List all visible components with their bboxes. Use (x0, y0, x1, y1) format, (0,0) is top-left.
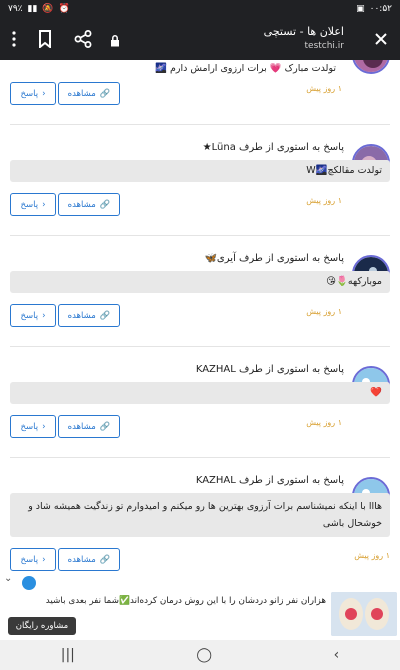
page-title-area[interactable]: اعلان ها - تستچی testchi.ir (134, 24, 344, 53)
link-icon: 🔗 (99, 199, 111, 210)
recent-apps-icon[interactable]: ||| (61, 647, 75, 663)
ad-image[interactable] (331, 592, 397, 636)
battery-level: ۷۹٪ (8, 4, 23, 14)
share-icon[interactable] (66, 18, 100, 60)
home-icon[interactable]: ◯ (196, 647, 212, 663)
timestamp: ۱ روز پیش (354, 551, 390, 560)
divider (10, 124, 390, 125)
view-button[interactable]: مشاهده 🔗 (58, 193, 120, 216)
list-item: پاسخ به استوری از طرف KAZHAL ❤️ ۱ روز پی… (0, 352, 400, 462)
browser-toolbar: اعلان ها - تستچی testchi.ir (0, 18, 400, 60)
ad-text: هزاران نفر زانو دردشان را با این روش درم… (45, 596, 326, 606)
page-url: testchi.ir (304, 41, 345, 51)
post-title: پاسخ به استوری از طرف KAZHAL (195, 475, 344, 486)
page-title: اعلان ها - تستچی (263, 25, 344, 38)
chevron-right-icon: › (42, 310, 46, 321)
clock: ۰۰:۵۲ (369, 4, 392, 14)
view-button[interactable]: مشاهده 🔗 (58, 415, 120, 438)
reply-button[interactable]: پاسخ › (10, 415, 56, 438)
timestamp: ۱ روز پیش (306, 84, 342, 93)
view-button[interactable]: مشاهده 🔗 (58, 82, 120, 105)
signal-icon: ▮▮ (27, 4, 38, 14)
reply-button[interactable]: پاسخ › (10, 193, 56, 216)
list-item: پاسخ به استوری از طرف Lüna★ تولدت مقالکچ… (0, 130, 400, 240)
ad-info-icon[interactable] (22, 576, 36, 590)
timestamp: ۱ روز پیش (306, 418, 342, 427)
divider (10, 457, 390, 458)
message-bubble: هااا با اینکه نمیشناسم برات آرزوی بهترین… (10, 493, 390, 537)
timestamp: ۱ روز پیش (306, 307, 342, 316)
ad-cta-button[interactable]: مشاوره رایگان (8, 617, 76, 635)
close-icon[interactable] (364, 18, 398, 60)
chevron-right-icon: › (42, 88, 46, 99)
view-button[interactable]: مشاهده 🔗 (58, 548, 120, 571)
alarm-icon: ⏰ (58, 4, 70, 14)
timestamp: ۱ روز پیش (306, 196, 342, 205)
link-icon: 🔗 (99, 421, 111, 432)
message-bubble: موبارکهه🌷😘 (10, 271, 390, 293)
status-bar: ۷۹٪ ▮▮ 🔕 ⏰ ▣ ۰۰:۵۲ (0, 0, 400, 18)
divider (10, 346, 390, 347)
post-title: پاسخ به استوری از طرف آیری🦋 (204, 253, 344, 264)
list-item: پاسخ به استوری از طرف KAZHAL هااا با این… (0, 463, 400, 603)
list-item: پاسخ به استوری از طرف آیری🦋 موبارکهه🌷😘 ۱… (0, 241, 400, 351)
view-button[interactable]: مشاهده 🔗 (58, 304, 120, 327)
lock-icon (110, 32, 122, 47)
link-icon: 🔗 (99, 554, 111, 565)
chevron-right-icon: › (42, 554, 46, 565)
post-title: پاسخ به استوری از طرف KAZHAL (195, 364, 344, 375)
notifications-list: تولدت مبارک 💗 برات ارزوی ارامش دارم 🌌 ۱ … (0, 60, 400, 640)
ad-collapse-icon[interactable]: ⌄ (4, 573, 18, 587)
message-bubble: تولدت مبارک 💗 برات ارزوی ارامش دارم 🌌 (155, 63, 336, 74)
link-icon: 🔗 (99, 310, 111, 321)
back-icon[interactable]: ‹ (334, 647, 340, 663)
system-nav-bar: ||| ◯ ‹ (0, 640, 400, 670)
reply-button[interactable]: پاسخ › (10, 304, 56, 327)
bookmark-icon[interactable] (28, 18, 62, 60)
mute-icon: 🔕 (42, 4, 54, 14)
divider (10, 235, 390, 236)
message-bubble: تولدت مقالکچ🌌W (10, 160, 390, 182)
reply-button[interactable]: پاسخ › (10, 548, 56, 571)
more-options-icon[interactable] (0, 18, 28, 60)
avatar[interactable] (352, 60, 390, 74)
post-title: پاسخ به استوری از طرف Lüna★ (202, 142, 344, 153)
reply-button[interactable]: پاسخ › (10, 82, 56, 105)
chevron-right-icon: › (42, 199, 46, 210)
link-icon: 🔗 (99, 88, 111, 99)
chevron-right-icon: › (42, 421, 46, 432)
message-bubble: ❤️ (10, 382, 390, 404)
ad-banner[interactable]: ⌄ هزاران نفر زانو دردشان را با این روش د… (0, 573, 400, 640)
gallery-icon: ▣ (356, 4, 365, 14)
